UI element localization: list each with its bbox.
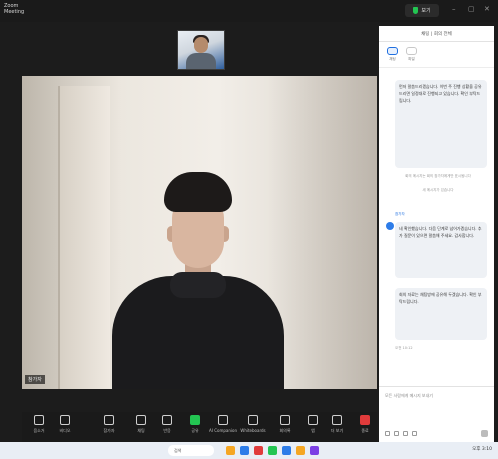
close-icon[interactable]: ✕ [484, 5, 490, 13]
mute-button[interactable]: 음소거 [28, 415, 50, 440]
screenshot-icon[interactable] [412, 431, 417, 436]
message-sender: 참가자 [395, 212, 405, 216]
more-label: 더 보기 [330, 428, 344, 433]
microphone-icon [34, 415, 44, 425]
composer-tools [385, 431, 417, 436]
view-button[interactable]: 보기 [405, 4, 439, 17]
ai-companion-icon [218, 415, 228, 425]
notes-label: 회의록 [279, 428, 291, 433]
end-label: 종료 [361, 428, 369, 433]
maximize-icon[interactable]: ▢ [468, 5, 475, 13]
taskbar-search[interactable]: 검색 [168, 445, 214, 456]
chat-message[interactable]: 먼저 말씀드리겠습니다. 이번 주 진행 상황을 공유드리면 일정대로 진행되고… [395, 80, 487, 168]
app-icon[interactable] [310, 446, 319, 455]
participants-label: 참가자 [103, 428, 115, 433]
meeting-info[interactable]: Zoom Meeting [4, 3, 24, 15]
participants-icon [104, 415, 114, 425]
ai-companion-label: AI Companion [209, 428, 237, 433]
title-bar: Zoom Meeting 보기 – ▢ ✕ [0, 0, 498, 22]
minimize-icon[interactable]: – [452, 5, 456, 13]
messenger-icon[interactable] [268, 446, 277, 455]
view-label: 보기 [421, 8, 431, 14]
chat-panel: 채팅 | 회의 전체 채팅 파일 먼저 말씀드리겠습니다. 이번 주 진행 상황… [379, 26, 494, 442]
participant-name-tag: 참가자 [25, 375, 45, 384]
format-icon[interactable] [385, 431, 390, 436]
tab-chat[interactable]: 채팅 [387, 47, 398, 62]
system-message: 회의 메시지는 회의 참가자에게만 표시됩니다 [405, 174, 471, 178]
whiteboards-label: Whiteboards [240, 428, 266, 433]
reaction-icon [162, 415, 172, 425]
chat-tabs: 채팅 파일 [379, 42, 494, 68]
reaction-label: 반응 [163, 428, 171, 433]
share-label: 공유 [191, 428, 199, 433]
ai-companion-button[interactable]: AI Companion [209, 415, 237, 440]
participant-thumbnail[interactable] [177, 30, 225, 70]
zoom-meeting-window: Zoom Meeting 보기 – ▢ ✕ 참가자 음소거 비디오 참가자 채팅… [0, 0, 498, 459]
tab-files[interactable]: 파일 [406, 47, 417, 62]
more-icon [332, 415, 342, 425]
emoji-icon[interactable] [394, 431, 399, 436]
thumbnail-face [194, 37, 208, 53]
video-button[interactable]: 비디오 [54, 415, 76, 440]
apps-label: 앱 [311, 428, 315, 433]
speaker-hair [164, 172, 232, 212]
attach-file-icon[interactable] [403, 431, 408, 436]
video-label: 비디오 [59, 428, 71, 433]
apps-button[interactable]: 앱 [302, 415, 324, 440]
whiteboard-icon [248, 415, 258, 425]
avatar [386, 222, 394, 230]
video-camera-icon [60, 415, 70, 425]
windows-taskbar: 검색 오후 3:10 [0, 442, 498, 459]
tab-files-label: 파일 [408, 57, 415, 61]
end-meeting-button[interactable]: 종료 [354, 415, 376, 440]
whiteboards-button[interactable]: Whiteboards [240, 415, 266, 440]
notes-icon [280, 415, 290, 425]
video-door [58, 86, 110, 389]
share-screen-button[interactable]: 공유 [184, 415, 206, 440]
participants-button[interactable]: 참가자 [98, 415, 120, 440]
reaction-button[interactable]: 반응 [156, 415, 178, 440]
more-button[interactable]: 더 보기 [326, 415, 348, 440]
share-screen-icon [190, 415, 200, 425]
files-tab-icon [406, 47, 417, 55]
apps-icon [308, 415, 318, 425]
chat-message[interactable]: 회의 자료는 채팅방에 공유해 두겠습니다. 확인 부탁드립니다. [395, 288, 487, 340]
chat-icon [136, 415, 146, 425]
system-notice: 새 메시지가 있습니다 [422, 188, 454, 192]
app-icon[interactable] [254, 446, 263, 455]
chat-button[interactable]: 채팅 [130, 415, 152, 440]
thumbnail-body [186, 53, 216, 69]
chat-tab-icon [387, 47, 398, 55]
chat-input[interactable]: 모든 사람에게 메시지 보내기 [385, 393, 433, 399]
send-icon[interactable] [481, 430, 488, 437]
folder-icon[interactable] [296, 446, 305, 455]
meeting-toolbar: 음소거 비디오 참가자 채팅 반응 공유 AI Companion Whiteb… [22, 412, 377, 442]
security-shield-icon [413, 7, 419, 14]
mute-label: 음소거 [33, 428, 45, 433]
chat-label: 채팅 [137, 428, 145, 433]
tab-chat-label: 채팅 [389, 57, 396, 61]
zoom-icon[interactable] [282, 446, 291, 455]
file-explorer-icon[interactable] [226, 446, 235, 455]
main-video[interactable]: 참가자 [22, 76, 377, 389]
notes-button[interactable]: 회의록 [274, 415, 296, 440]
browser-icon[interactable] [240, 446, 249, 455]
end-call-icon [360, 415, 370, 425]
chat-header: 채팅 | 회의 전체 [379, 26, 494, 42]
speaker-collar [170, 272, 226, 298]
chat-composer: 모든 사람에게 메시지 보내기 [379, 386, 494, 442]
taskbar-clock[interactable]: 오후 3:10 [472, 446, 492, 452]
message-timestamp: 오전 10:12 [395, 346, 413, 350]
chat-message[interactable]: 네 확인했습니다. 다음 단계로 넘어가겠습니다. 추가 질문이 있으면 말씀해… [395, 222, 487, 278]
